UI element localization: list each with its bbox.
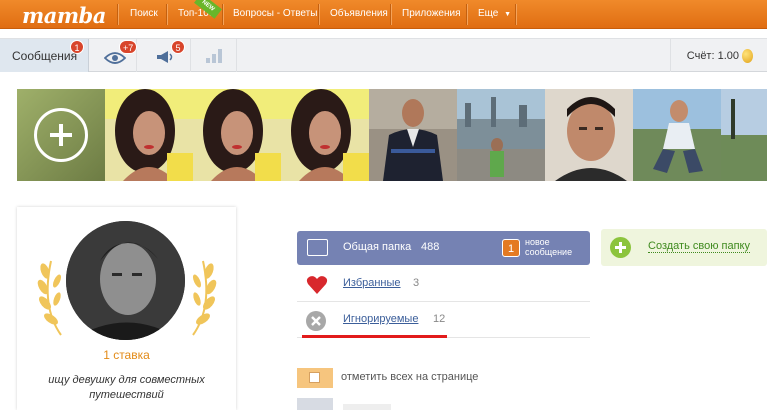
nav-item-more[interactable]: Еще ▼: [478, 0, 511, 28]
photo-woman-icon: [193, 89, 281, 181]
stakes-count[interactable]: 1 ставка: [17, 348, 236, 362]
messages-count-badge: 1: [70, 40, 84, 54]
select-all-label: отметить всех на странице: [341, 371, 479, 383]
avatar-portrait-icon: [66, 221, 185, 340]
coin-icon: [742, 49, 753, 63]
top-navigation: mamba Поиск Топ-100 NEW Вопросы - Ответы…: [0, 0, 767, 29]
photo-man-outdoors-icon: [633, 89, 721, 181]
folder-icon: [307, 239, 328, 256]
list-row-stub: [343, 404, 391, 410]
user-photo[interactable]: [281, 89, 369, 181]
nav-item-search[interactable]: Поиск: [130, 0, 158, 28]
folder-favorites: Избранные 3: [297, 266, 590, 302]
select-all-checkbox[interactable]: [297, 368, 333, 388]
user-photo[interactable]: [633, 89, 721, 181]
folder-ignored: Игнорируемые 12: [297, 302, 590, 338]
nav-divider: [222, 4, 223, 25]
checkbox-box: [309, 372, 320, 383]
nav-item-more-label: Еще: [478, 8, 499, 19]
new-message-label: новое сообщение: [525, 237, 573, 257]
profile-card: 1 ставка ищу девушку для совместных путе…: [17, 207, 236, 410]
secondary-bar: Сообщения 1 +7 5 Счёт: 1.00: [0, 38, 767, 72]
views-count-badge: +7: [119, 40, 138, 54]
folder-favorites-link[interactable]: Избранные: [343, 277, 401, 289]
user-photo[interactable]: [545, 89, 633, 181]
photo-man-jacket-icon: [369, 89, 457, 181]
nav-item-ads[interactable]: Объявления: [330, 0, 388, 28]
laurel-right-icon: [192, 260, 217, 336]
laurel-left-icon: [37, 260, 62, 336]
photo-landscape-icon: [721, 89, 767, 181]
nav-divider: [466, 4, 467, 25]
create-folder-label: Создать свою папку: [648, 240, 750, 253]
blocked-icon: [306, 311, 326, 331]
photo-woman-icon: [105, 89, 193, 181]
bar-divider: [670, 39, 671, 72]
photo-city-icon: [457, 89, 545, 181]
plus-icon: [34, 108, 88, 162]
new-message-badge: 1: [502, 239, 520, 257]
highlight-underline: [302, 335, 447, 338]
user-photo[interactable]: [193, 89, 281, 181]
avatar[interactable]: [66, 221, 185, 340]
user-photo[interactable]: [105, 89, 193, 181]
folder-favorites-count: 3: [413, 277, 420, 289]
nav-divider: [390, 4, 391, 25]
user-photo[interactable]: [721, 89, 767, 181]
account-score[interactable]: Счёт: 1.00: [687, 50, 739, 62]
stats-button[interactable]: [191, 39, 237, 72]
create-folder-button[interactable]: Создать свою папку: [601, 229, 767, 266]
notifications-button[interactable]: 5: [137, 39, 191, 72]
views-button[interactable]: +7: [89, 39, 138, 72]
nav-item-apps[interactable]: Приложения: [402, 0, 461, 28]
folder-ignored-link[interactable]: Игнорируемые: [343, 313, 418, 325]
nav-divider: [515, 4, 516, 25]
nav-divider: [117, 4, 118, 25]
mamba-logo[interactable]: mamba: [22, 3, 106, 28]
nav-divider: [166, 4, 167, 25]
chevron-down-icon: ▼: [504, 11, 512, 18]
heart-icon: [306, 276, 328, 294]
user-photo[interactable]: [369, 89, 457, 181]
photo-man-portrait-icon: [545, 89, 633, 181]
list-row-stub: [297, 398, 333, 410]
add-photo-button[interactable]: [17, 89, 105, 181]
folder-ignored-count: 12: [433, 313, 446, 325]
folder-general-count: 488: [421, 241, 440, 253]
user-photo[interactable]: [457, 89, 545, 181]
tab-messages[interactable]: Сообщения 1: [0, 39, 89, 72]
nav-divider: [318, 4, 319, 25]
photo-woman-icon: [281, 89, 369, 181]
nav-item-qa[interactable]: Вопросы - Ответы: [233, 0, 317, 28]
plus-circle-icon: [610, 237, 631, 258]
photo-strip: [17, 89, 767, 181]
notifications-count-badge: 5: [171, 40, 185, 54]
profile-status: ищу девушку для совместных путешествий: [48, 374, 205, 401]
tab-messages-label: Сообщения: [12, 49, 78, 63]
signal-bars-icon: [206, 49, 222, 63]
folder-general[interactable]: Общая папка 488 1 новое сообщение: [297, 231, 590, 265]
folder-general-label: Общая папка: [343, 241, 412, 253]
